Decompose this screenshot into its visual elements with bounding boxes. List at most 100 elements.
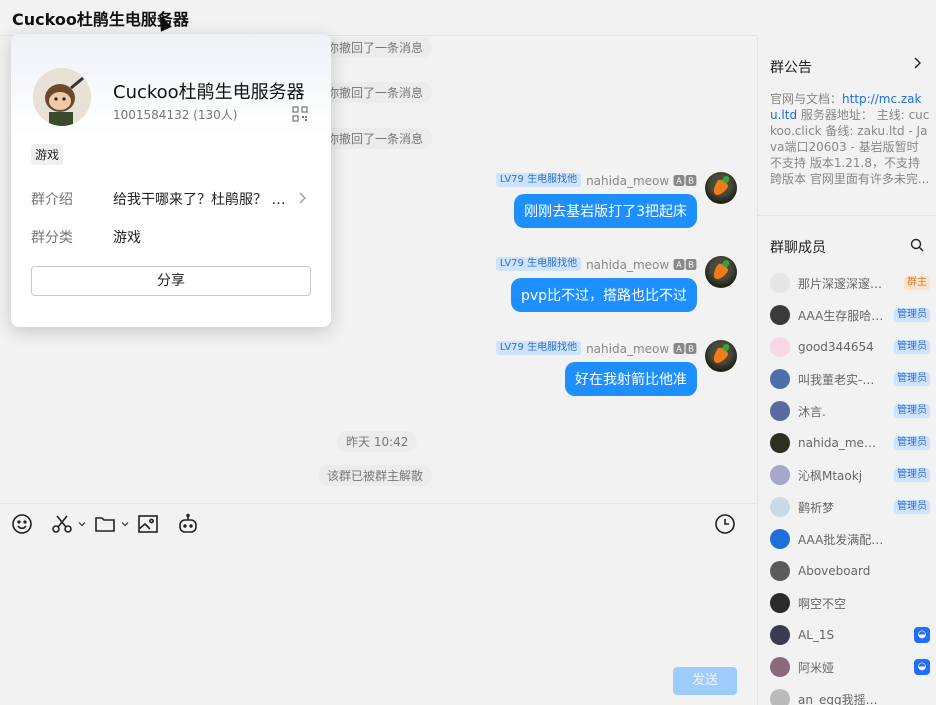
chevron-down-icon[interactable] [78,520,86,528]
member-avatar[interactable] [770,305,790,325]
intro-value[interactable]: 给我干哪来了？杜鹃服？ … [113,189,285,209]
chevron-right-icon[interactable] [298,192,306,204]
member-name[interactable]: 阿米娅 [798,659,886,676]
member-item[interactable]: AAA生存服哈… 管理员 [770,305,930,325]
member-avatar[interactable] [770,369,790,389]
member-avatar[interactable] [770,625,790,645]
member-avatar[interactable] [770,657,790,677]
member-item[interactable]: 鹳祈梦 管理员 [770,497,930,517]
role-badge: 管理员 [894,372,930,386]
member-item[interactable]: 叫我董老实-… 管理员 [770,369,930,389]
sender-name[interactable]: nahida_meow 🅰🅱 [586,340,697,357]
level-badge: LV79 生电服找他 [495,257,582,271]
title-bar: Cuckoo杜鹃生电服务器 [0,0,757,36]
member-item[interactable]: nahida_me… 管理员 [770,433,930,453]
category-tag: 游戏 [31,144,64,165]
carrot-icon [710,262,730,282]
image-icon[interactable] [136,512,160,536]
sender-avatar[interactable] [705,172,737,204]
member-avatar[interactable] [770,593,790,613]
group-info-popup: Cuckoo杜鹃生电服务器 1001584132 (130人) 游戏 群介绍 给… [11,34,331,327]
sender-name[interactable]: nahida_meow 🅰🅱 [586,172,697,189]
member-item[interactable]: 沁枫Mtaokj 管理员 [770,465,930,485]
members-title: 群聊成员 [770,240,826,256]
qr-code-icon[interactable] [292,106,308,122]
member-name[interactable]: an_egg我摇上重点… [798,691,886,705]
group-dissolved-notice: 该群已被群主解散 [318,465,433,486]
member-name[interactable]: 沁枫Mtaokj [798,467,886,484]
role-badge: 管理员 [894,340,930,354]
chevron-down-icon[interactable] [121,520,129,528]
member-avatar[interactable] [770,273,790,293]
role-badge: 管理员 [894,404,930,418]
member-item[interactable]: an_egg我摇上重点… [770,689,930,705]
member-item[interactable]: Aboveboard [770,561,930,581]
level-badge: LV79 生电服找他 [495,173,582,187]
category-label: 群分类 [31,230,73,246]
smiley-icon[interactable] [10,512,34,536]
role-badge: 管理员 [894,500,930,514]
member-name[interactable]: AAA批发满配256号… [798,531,886,548]
clock-icon[interactable] [713,512,737,536]
member-avatar[interactable] [770,497,790,517]
member-name[interactable]: AAA生存服哈… [798,307,886,324]
sender-avatar[interactable] [705,256,737,288]
member-name[interactable]: 那片深邃深邃… [798,275,886,292]
robot-icon[interactable] [176,512,200,536]
member-avatar[interactable] [770,401,790,421]
member-item[interactable]: AAA批发满配256号… [770,529,930,549]
member-item[interactable]: good344654 管理员 [770,337,930,357]
member-name[interactable]: nahida_me… [798,436,886,450]
member-name[interactable]: AL_1S [798,628,886,642]
member-name[interactable]: 叫我董老实-… [798,371,886,388]
member-avatar[interactable] [770,465,790,485]
message-bubble[interactable]: 好在我射箭比他准 [565,362,697,396]
message-sender-line: LV79 生电服找他 nahida_meow 🅰🅱 [495,340,697,357]
timestamp: 昨天 10:42 [337,431,418,452]
send-button[interactable]: 发送 [673,667,737,695]
member-item[interactable]: 啊空不空 [770,593,930,613]
message-bubble[interactable]: 刚刚去基岩版打了3把起床 [514,194,697,228]
member-name[interactable]: good344654 [798,340,886,354]
notice-content[interactable]: 官网与文档：http://mc.zaku.ltd 服务器地址： 主线: cuck… [770,91,930,187]
qq-badge-icon: ◒ [914,659,930,675]
member-item[interactable]: AL_1S ◒ [770,625,930,645]
member-name[interactable]: 鹳祈梦 [798,499,886,516]
recall-notice: 你撤回了一条消息 [318,37,433,58]
group-name[interactable]: Cuckoo杜鹃生电服务器 [113,78,305,104]
member-avatar[interactable] [770,337,790,357]
member-name[interactable]: 啊空不空 [798,595,886,612]
search-icon[interactable] [910,238,924,252]
member-item[interactable]: 阿米娅 ◒ [770,657,930,677]
message-sender-line: LV79 生电服找他 nahida_meow 🅰🅱 [495,172,697,189]
notice-title[interactable]: 群公告 [770,57,812,77]
category-value: 游戏 [113,230,141,246]
sender-avatar[interactable] [705,340,737,372]
role-badge: 管理员 [894,308,930,322]
recall-notice: 你撤回了一条消息 [318,128,433,149]
member-avatar[interactable] [770,433,790,453]
notice-prefix: 官网与文档： [770,92,843,106]
share-button[interactable]: 分享 [31,266,311,296]
role-badge: 管理员 [894,436,930,450]
member-item[interactable]: 沐言. 管理员 [770,401,930,421]
member-name[interactable]: 沐言. [798,403,886,420]
member-item[interactable]: 那片深邃深邃… 群主 [770,273,930,293]
scissors-icon[interactable] [50,512,74,536]
sender-name[interactable]: nahida_meow 🅰🅱 [586,256,697,273]
member-avatar[interactable] [770,689,790,705]
chevron-right-icon[interactable] [912,57,922,69]
member-avatar[interactable] [770,561,790,581]
intro-label: 群介绍 [31,192,73,208]
level-badge: LV79 生电服找他 [495,341,582,355]
message-bubble[interactable]: pvp比不过，搭路也比不过 [510,278,697,312]
role-badge: 群主 [904,276,930,290]
member-name[interactable]: Aboveboard [798,564,886,578]
member-avatar[interactable] [770,529,790,549]
divider [758,215,936,216]
group-id[interactable]: 1001584132 (130人) [113,106,237,123]
group-avatar[interactable] [33,68,91,126]
recall-notice: 你撤回了一条消息 [318,82,433,103]
folder-icon[interactable] [93,512,117,536]
carrot-icon [710,346,730,366]
